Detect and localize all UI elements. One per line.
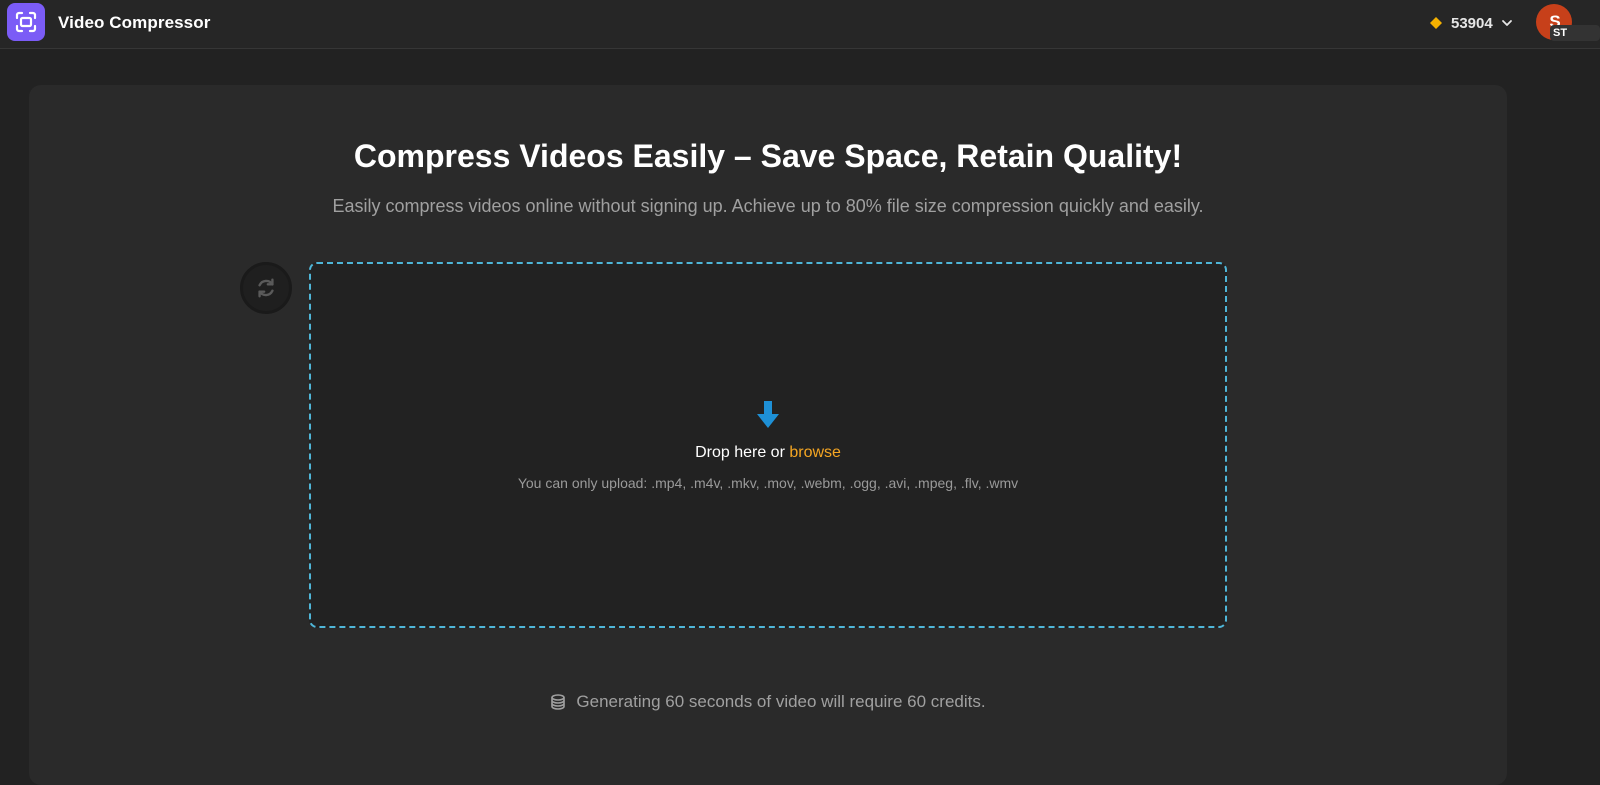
app-title: Video Compressor — [58, 13, 211, 32]
download-arrow-icon — [757, 401, 779, 428]
file-dropzone[interactable]: Drop here or browse You can only upload:… — [309, 262, 1227, 628]
credit-cost-text: Generating 60 seconds of video will requ… — [576, 692, 986, 711]
drop-instructions: Drop here or browse — [311, 444, 1225, 462]
coins-icon — [551, 694, 566, 710]
credits-balance: 53904 — [1451, 14, 1493, 32]
chevron-down-icon — [1500, 16, 1514, 30]
page-title: Compress Videos Easily – Save Space, Ret… — [353, 138, 1183, 174]
page-subtitle: Easily compress videos online without si… — [332, 196, 1204, 216]
refresh-button[interactable] — [240, 262, 292, 314]
screen-capture-icon — [15, 11, 37, 33]
allowed-formats-hint: You can only upload: .mp4, .m4v, .mkv, .… — [517, 475, 1019, 491]
refresh-icon — [258, 278, 274, 298]
browse-link[interactable]: browse — [789, 444, 841, 461]
top-bar: Video Compressor 53904 S ST — [0, 0, 1600, 49]
app-logo-icon[interactable] — [7, 3, 45, 41]
credits-dropdown[interactable]: 53904 — [1428, 12, 1514, 34]
diamond-icon — [1428, 15, 1444, 31]
credit-cost-note: Generating 60 seconds of video will requ… — [0, 692, 1536, 712]
avatar-tag: ST — [1550, 25, 1600, 41]
drop-text: Drop here or — [695, 444, 790, 461]
